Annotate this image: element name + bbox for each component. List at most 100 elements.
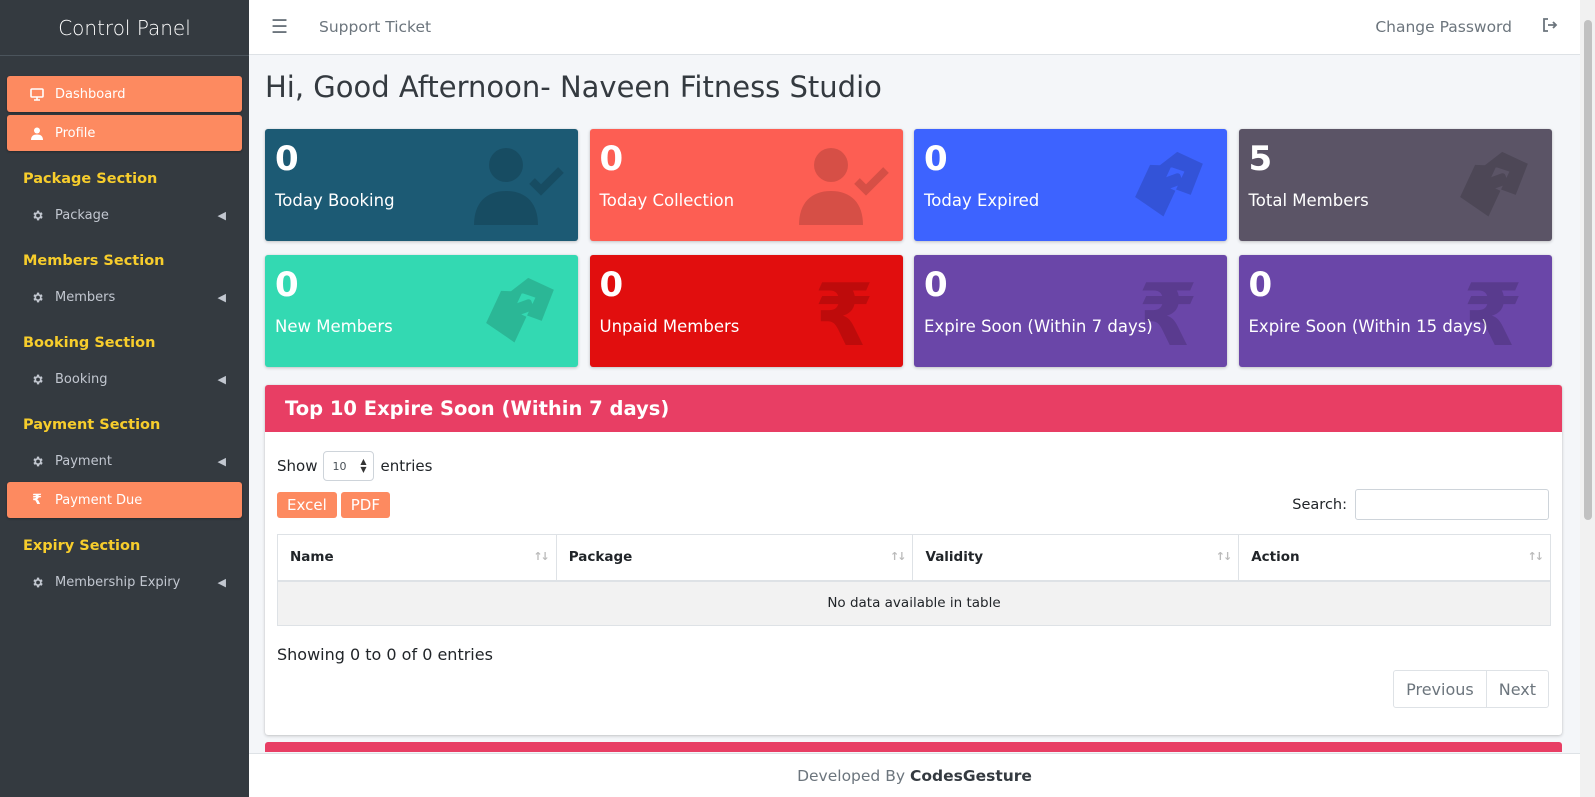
chevron-left-icon: ◀	[217, 372, 226, 386]
column-header-name[interactable]: Name ↑↓	[277, 534, 557, 582]
sidebar-item-label: Membership Expiry	[55, 574, 181, 590]
sidebar-item-membership-expiry[interactable]: Membership Expiry ◀	[7, 564, 242, 600]
sidebar-item-label: Package	[55, 207, 109, 223]
expire-soon-card: Top 10 Expire Soon (Within 7 days) Show …	[265, 385, 1562, 735]
user-check-icon	[798, 145, 889, 225]
section-heading: Expiry Section	[23, 538, 141, 554]
gear-icon	[27, 291, 47, 304]
entries-label: entries	[380, 457, 433, 475]
stat-box-today-collection[interactable]: 0 Today Collection	[589, 129, 903, 241]
column-header-validity[interactable]: Validity ↑↓	[912, 534, 1240, 582]
column-header-package[interactable]: Package ↑↓	[555, 534, 914, 582]
stat-label: Today Booking	[275, 191, 395, 210]
handshake-icon	[474, 271, 564, 351]
sidebar-item-dashboard[interactable]: Dashboard	[7, 76, 242, 112]
stat-box-expire-soon-within-7-days[interactable]: 0 Expire Soon (Within 7 days) ₹	[914, 255, 1227, 367]
scrollbar[interactable]	[1580, 0, 1595, 797]
change-password-link[interactable]: Change Password	[1375, 18, 1512, 36]
select-arrows-icon: ▲ ▼	[360, 457, 367, 474]
search-label: Search:	[1292, 496, 1347, 513]
logout-icon[interactable]	[1542, 17, 1558, 37]
gear-icon	[27, 373, 47, 386]
sidebar-item-package[interactable]: Package ◀	[7, 197, 242, 233]
column-header-label: Action	[1251, 549, 1300, 566]
table-row: No data available in table	[277, 580, 1551, 626]
stat-value: 0	[275, 265, 299, 305]
svg-text:₹: ₹	[814, 271, 874, 351]
sidebar-item-label: Booking	[55, 371, 108, 387]
sidebar: Control Panel Dashboard Profile Package Se…	[0, 0, 249, 797]
page-title: Hi, Good Afternoon- Naveen Fitness Studi…	[265, 70, 882, 104]
stat-label: Total Members	[1248, 191, 1369, 210]
sort-icon: ↑↓	[1215, 550, 1233, 563]
search-input[interactable]	[1355, 489, 1549, 520]
table-info: Showing 0 to 0 of 0 entries	[277, 645, 493, 664]
svg-text:₹: ₹	[1138, 271, 1198, 351]
chevron-left-icon: ◀	[217, 454, 226, 468]
stat-label: Today Collection	[599, 191, 735, 210]
expire-soon-table: Name ↑↓ Package ↑↓ Validity ↑↓ Action ↑↓ No dat…	[277, 534, 1551, 626]
top-navbar: ☰ Support Ticket Change Password	[249, 0, 1580, 55]
user-icon	[27, 127, 47, 140]
sidebar-nav: Dashboard Profile Package Section Package ◀ M…	[0, 56, 249, 600]
sidebar-item-members[interactable]: Members ◀	[7, 279, 242, 315]
section-heading: Package Section	[23, 171, 158, 187]
table-search: Search:	[1292, 489, 1549, 520]
stat-box-total-members[interactable]: 5 Total Members	[1238, 129, 1552, 241]
scrollbar-thumb[interactable]	[1584, 20, 1592, 520]
next-button[interactable]: Next	[1485, 671, 1548, 707]
empty-message: No data available in table	[277, 580, 1551, 626]
section-heading: Members Section	[23, 253, 165, 269]
stat-box-today-expired[interactable]: 0 Today Expired	[914, 129, 1227, 241]
pdf-button[interactable]: PDF	[340, 492, 390, 518]
previous-button[interactable]: Previous	[1394, 671, 1486, 707]
sidebar-item-label: Dashboard	[55, 86, 126, 102]
card-title: Top 10 Expire Soon (Within 7 days)	[265, 385, 1562, 432]
sidebar-item-booking[interactable]: Booking ◀	[7, 361, 242, 397]
sidebar-item-payment-due[interactable]: ₹ Payment Due	[7, 482, 242, 518]
column-header-action[interactable]: Action ↑↓	[1238, 534, 1551, 582]
stat-label: Unpaid Members	[599, 317, 740, 336]
gear-icon	[27, 576, 47, 589]
sort-icon: ↑↓	[1527, 550, 1545, 563]
stat-box-unpaid-members[interactable]: 0 Unpaid Members ₹	[589, 255, 903, 367]
sidebar-item-payment[interactable]: Payment ◀	[7, 443, 242, 479]
stat-box-today-booking[interactable]: 0 Today Booking	[265, 129, 578, 241]
page-length-value: 10	[332, 459, 347, 473]
chevron-left-icon: ◀	[217, 290, 226, 304]
gear-icon	[27, 455, 47, 468]
stat-value: 0	[275, 139, 299, 179]
stat-box-expire-soon-within-15-days[interactable]: 0 Expire Soon (Within 15 days) ₹	[1238, 255, 1552, 367]
sort-icon: ↑↓	[890, 550, 907, 563]
user-check-icon	[474, 145, 564, 225]
support-ticket-link[interactable]: Support Ticket	[319, 18, 431, 36]
stat-value: 0	[599, 139, 624, 179]
sort-icon: ↑↓	[533, 550, 550, 563]
stat-value: 0	[599, 265, 624, 305]
footer-prefix: Developed By	[797, 766, 905, 785]
pagination: Previous Next	[1393, 670, 1549, 708]
sidebar-item-label: Profile	[55, 125, 96, 141]
desktop-icon	[27, 87, 47, 101]
rupee-icon: ₹	[1448, 266, 1538, 366]
handshake-icon	[1123, 145, 1213, 225]
gear-icon	[27, 209, 47, 222]
excel-button[interactable]: Excel	[277, 492, 337, 518]
table-header-row: Name ↑↓ Package ↑↓ Validity ↑↓ Action ↑↓	[277, 534, 1551, 582]
next-card-header	[265, 742, 1562, 752]
rupee-icon: ₹	[32, 492, 42, 508]
stat-box-new-members[interactable]: 0 New Members	[265, 255, 578, 367]
sidebar-item-profile[interactable]: Profile	[7, 115, 242, 151]
page-length-select[interactable]: 10 ▲ ▼	[323, 451, 375, 481]
brand-title[interactable]: Control Panel	[0, 0, 249, 56]
rupee-icon: ₹	[799, 266, 889, 366]
stat-value: 0	[924, 265, 948, 305]
column-header-label: Package	[568, 549, 633, 566]
footer-brand[interactable]: CodesGesture	[910, 767, 1032, 785]
stat-label: Today Expired	[924, 191, 1040, 210]
menu-toggle-icon[interactable]: ☰	[271, 16, 291, 38]
page-length-control: Show 10 ▲ ▼ entries	[277, 451, 432, 481]
handshake-icon	[1448, 145, 1538, 225]
rupee-icon: ₹	[1123, 266, 1213, 366]
section-heading: Booking Section	[23, 335, 156, 351]
